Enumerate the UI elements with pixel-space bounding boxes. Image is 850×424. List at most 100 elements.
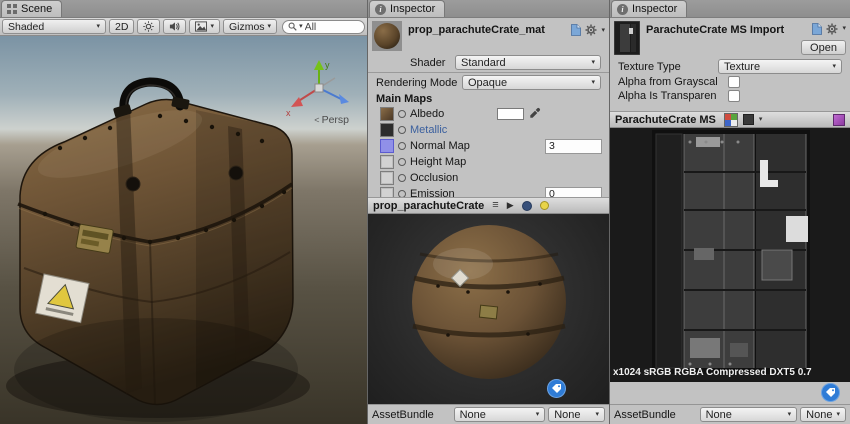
unity-editor: Scene Shaded 2D — [0, 0, 850, 424]
search-input[interactable] — [305, 21, 355, 33]
scene-search[interactable] — [282, 20, 365, 34]
material-preview-title: prop_parachuteCrate — [373, 200, 484, 212]
eyedropper-icon[interactable] — [529, 107, 541, 119]
texture-preview-area[interactable]: x1024 sRGB RGBA Compressed DXT5 0.7 — [610, 128, 850, 382]
doc-icon[interactable] — [571, 24, 581, 36]
normal-map-label: Normal Map — [410, 140, 470, 152]
scene-tab-label: Scene — [21, 3, 52, 15]
scene-lighting-button[interactable] — [137, 19, 160, 34]
shading-mode-label: Shaded — [8, 21, 44, 33]
main-maps-section-label: Main Maps — [368, 91, 609, 106]
y-axis-label: y — [325, 60, 330, 70]
map-row-height: Height Map — [368, 154, 609, 170]
gizmo-center-cube[interactable] — [315, 84, 323, 92]
chevron-down-icon — [788, 411, 792, 418]
material-thumbnail[interactable] — [372, 21, 402, 51]
tab-inspector-material[interactable]: Inspector — [369, 0, 445, 17]
gear-icon[interactable] — [585, 24, 597, 36]
scene-audio-button[interactable] — [163, 19, 186, 34]
tag-icon[interactable] — [821, 383, 840, 402]
texture-preview-header[interactable]: ParachuteCrate MS — [610, 111, 850, 128]
sun-icon — [143, 21, 154, 32]
alpha-is-transparent-checkbox[interactable] — [728, 90, 740, 102]
normal-map-scale-field[interactable] — [545, 139, 602, 154]
material-assetbundle-bar: AssetBundle None None — [368, 404, 609, 424]
height-map-thumbnail[interactable] — [380, 155, 394, 169]
texture-assetbundle-bar: AssetBundle None None — [610, 404, 850, 424]
projection-toggle[interactable]: Persp — [314, 114, 349, 126]
material-preview-area[interactable] — [368, 214, 609, 404]
normal-map-thumbnail[interactable] — [380, 139, 394, 153]
shading-mode-dropdown[interactable]: Shaded — [2, 19, 106, 34]
chevron-down-icon — [591, 59, 595, 66]
gizmos-dropdown[interactable]: Gizmos — [223, 19, 277, 34]
texture-inspector-tabbar: Inspector — [610, 0, 850, 18]
metallic-texture-picker[interactable] — [398, 126, 406, 134]
albedo-texture-thumbnail[interactable] — [380, 107, 394, 121]
scene-tabbar: Scene — [0, 0, 367, 18]
z-axis-arrow[interactable] — [339, 94, 349, 104]
scene-viewport[interactable]: y x Persp — [0, 36, 367, 424]
metallic-texture-thumbnail[interactable] — [380, 123, 394, 137]
open-button[interactable]: Open — [801, 40, 846, 55]
tab-inspector-texture[interactable]: Inspector — [611, 0, 687, 17]
occlusion-picker[interactable] — [398, 174, 406, 182]
albedo-label: Albedo — [410, 108, 444, 120]
alpha-is-transparent-row: Alpha Is Transparen — [610, 89, 850, 103]
material-preview-sphere[interactable] — [368, 214, 609, 404]
chevron-down-icon — [591, 79, 595, 86]
texture-asset-name: ParachuteCrate MS Import — [646, 21, 808, 36]
label-tag-icon — [551, 383, 563, 395]
height-map-picker[interactable] — [398, 158, 406, 166]
texture-type-dropdown[interactable]: Texture — [718, 59, 842, 74]
orientation-gizmo[interactable]: y x — [283, 58, 355, 122]
chevron-down-icon — [96, 23, 100, 30]
doc-icon[interactable] — [812, 23, 822, 35]
assetbundle-label: AssetBundle — [372, 409, 454, 421]
tab-scene[interactable]: Scene — [1, 0, 62, 17]
preview-mesh-button[interactable] — [522, 201, 532, 211]
normal-map-picker[interactable] — [398, 142, 406, 150]
play-button[interactable] — [507, 201, 514, 210]
speaker-icon — [169, 21, 180, 32]
scene-grid-icon — [7, 4, 17, 14]
texture-thumbnail[interactable] — [614, 21, 640, 55]
label-tag-icon — [825, 387, 837, 399]
alpha-from-grayscale-row: Alpha from Grayscal — [610, 75, 850, 89]
rendering-mode-dropdown[interactable]: Opaque — [462, 75, 601, 90]
assetbundle-dropdown[interactable]: None — [454, 407, 546, 422]
preview-light-button[interactable] — [540, 201, 549, 210]
height-map-label: Height Map — [410, 156, 466, 168]
assetbundle-variant-dropdown[interactable]: None — [800, 407, 846, 422]
rgb-channels-icon[interactable] — [724, 113, 738, 127]
texture-settings-icon[interactable] — [833, 114, 845, 126]
gear-icon[interactable] — [826, 23, 838, 35]
map-row-normal: Normal Map — [368, 138, 609, 154]
chevron-down-icon — [832, 63, 836, 70]
texture-inspector-panel: Inspector ParachuteCrate MS Import — [610, 0, 850, 424]
mip-dropdown-icon[interactable] — [759, 116, 763, 123]
2d-toggle-button[interactable]: 2D — [109, 19, 134, 34]
albedo-color-swatch[interactable] — [497, 108, 524, 120]
alpha-channel-icon[interactable] — [743, 114, 754, 125]
chevron-down-icon — [536, 411, 540, 418]
inspector-icon — [617, 4, 628, 15]
assetbundle-variant-dropdown[interactable]: None — [548, 407, 605, 422]
y-axis-arrow[interactable] — [314, 60, 324, 70]
alpha-from-grayscale-label: Alpha from Grayscal — [618, 76, 728, 88]
projection-label: Persp — [322, 114, 349, 126]
chevron-down-icon[interactable] — [601, 27, 605, 34]
occlusion-thumbnail[interactable] — [380, 171, 394, 185]
gizmos-label: Gizmos — [229, 21, 265, 33]
chevron-down-icon[interactable] — [842, 25, 846, 32]
chevron-down-icon — [595, 411, 599, 418]
tag-icon[interactable] — [547, 379, 566, 398]
material-header: prop_parachuteCrate_mat — [368, 18, 609, 54]
albedo-texture-picker[interactable] — [398, 110, 406, 118]
assetbundle-dropdown[interactable]: None — [700, 407, 798, 422]
scene-effects-dropdown[interactable] — [189, 19, 220, 34]
material-preview-header[interactable]: prop_parachuteCrate — [368, 197, 609, 214]
alpha-from-grayscale-checkbox[interactable] — [728, 76, 740, 88]
shader-dropdown[interactable]: Standard — [455, 55, 601, 70]
drag-handle-icon[interactable] — [492, 200, 498, 211]
